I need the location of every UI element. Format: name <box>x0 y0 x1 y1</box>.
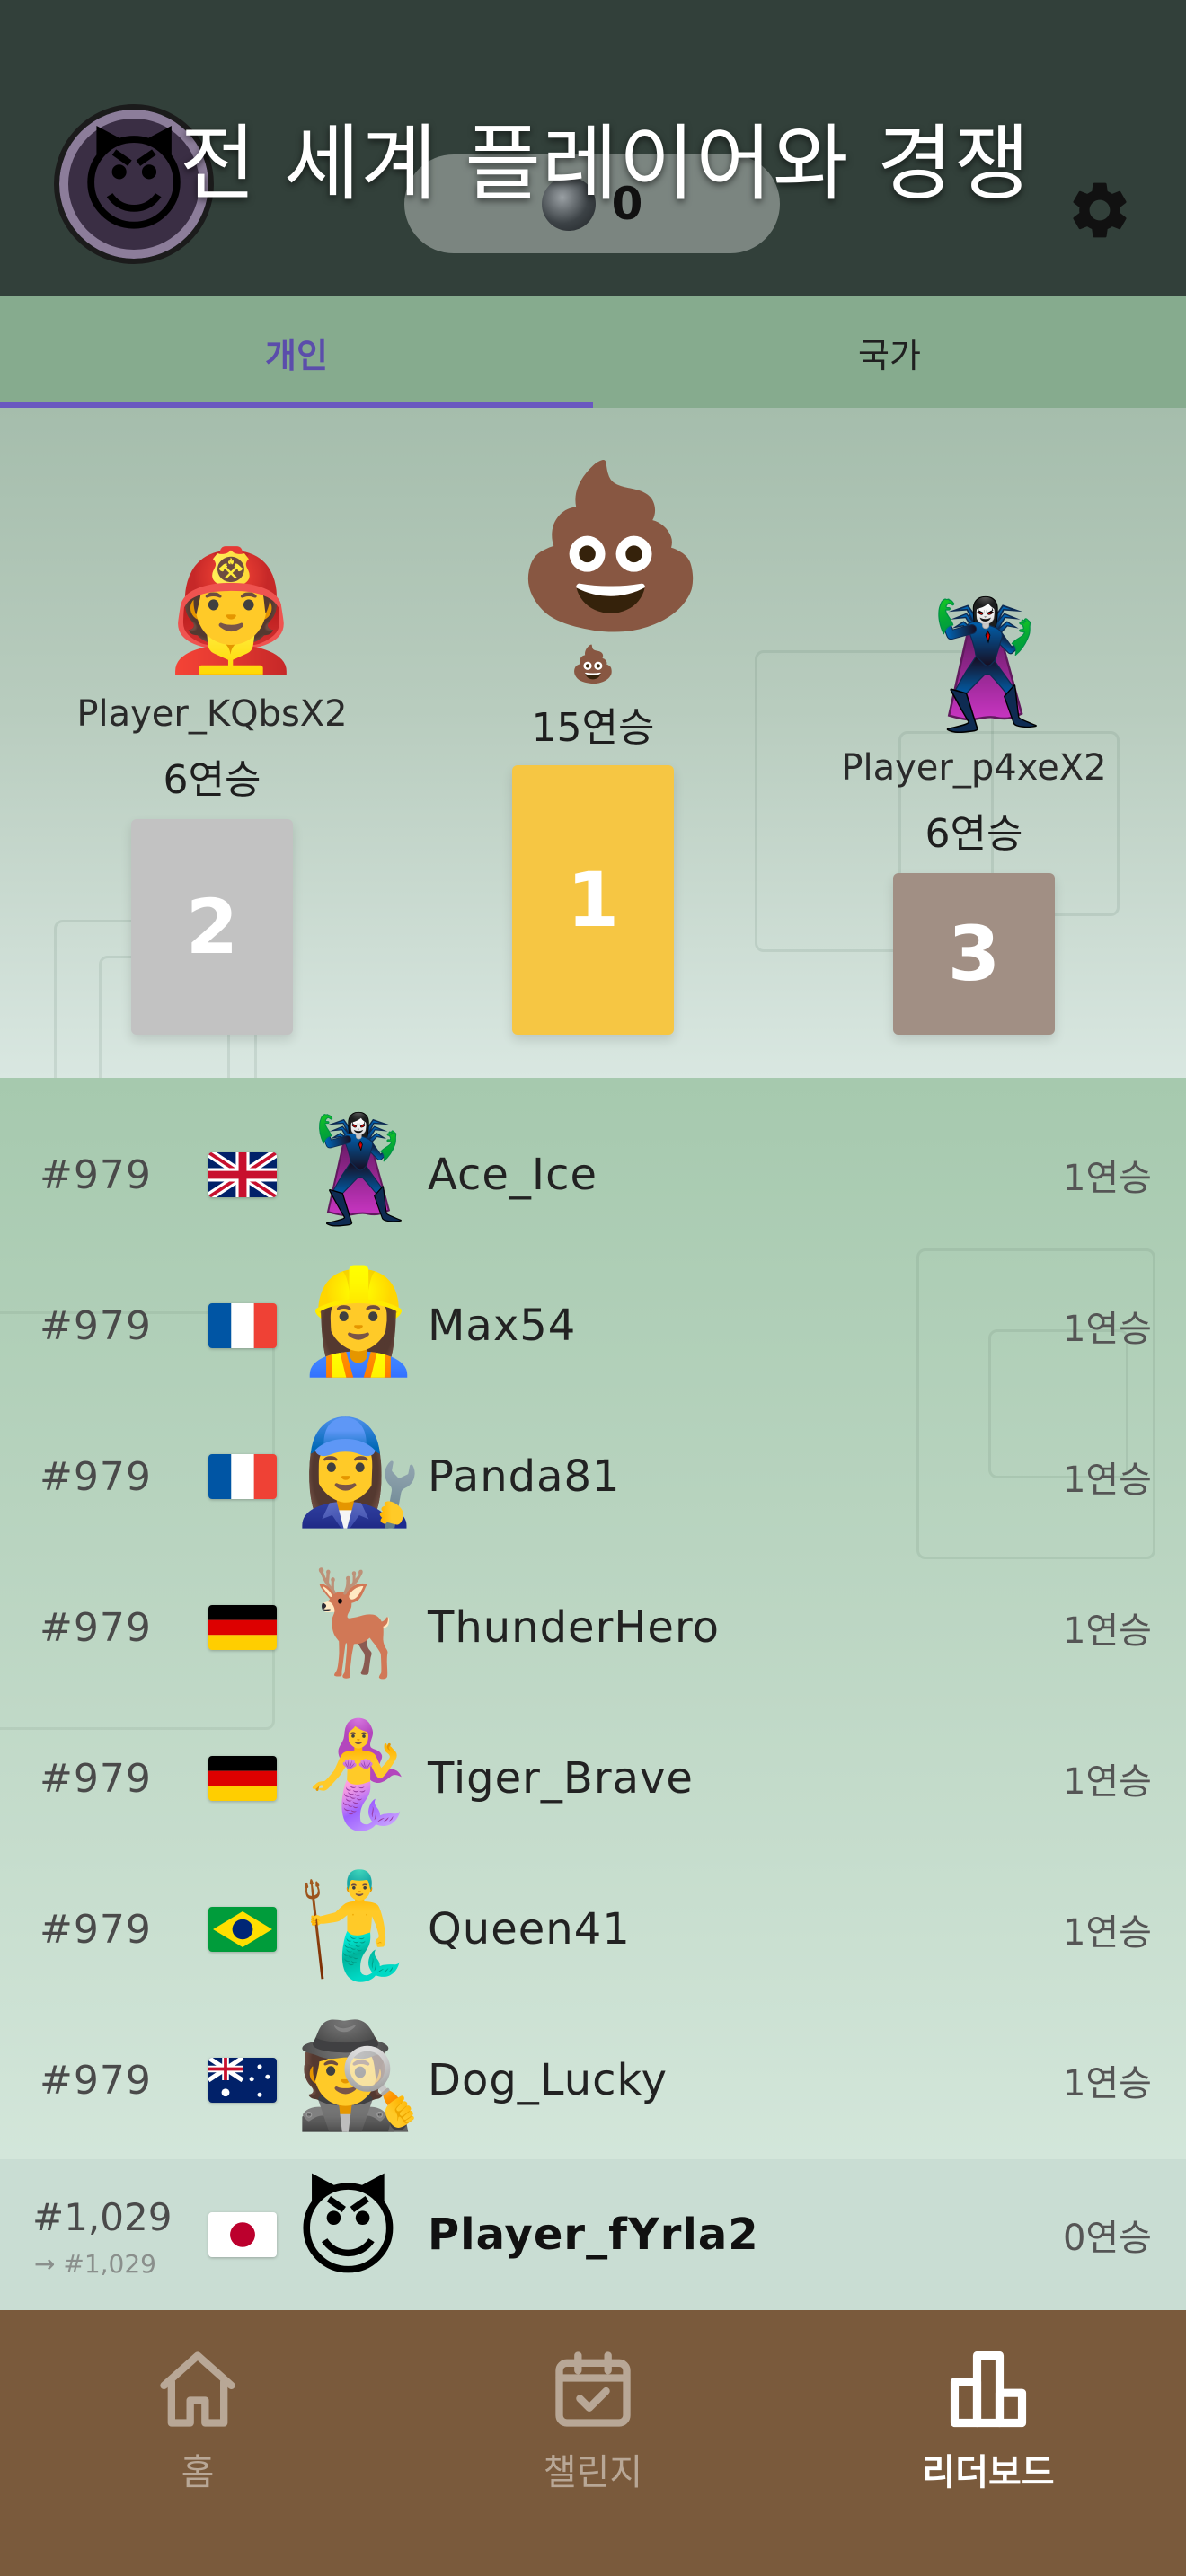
player-avatar: 👩‍🔧 <box>295 1412 422 1531</box>
page-title: 전 세계 플레이어와 경쟁 <box>180 116 1031 212</box>
win-streak: 1연승 <box>1062 1761 1152 1803</box>
player-name: Ace_Ice <box>428 1150 597 1200</box>
home-icon <box>160 2351 235 2427</box>
win-streak: 1연승 <box>1062 1610 1152 1652</box>
leaderboard-icon <box>950 2351 1027 2428</box>
player-name: Max54 <box>428 1301 577 1351</box>
flag-germany-icon <box>208 1605 277 1650</box>
tab-personal[interactable]: 개인 <box>0 296 593 408</box>
win-streak: 1연승 <box>1062 1460 1152 1501</box>
player-name: ThunderHero <box>428 1602 720 1653</box>
flag-australia-icon <box>208 2058 277 2103</box>
my-rank: #1,029 <box>32 2195 173 2239</box>
flag-brazil-icon <box>208 1907 277 1952</box>
rank: #979 <box>40 1302 152 1349</box>
second-place-name: Player_KQbsX2 <box>76 693 348 735</box>
third-place-streak: 6연승 <box>925 811 1023 857</box>
podium-block-first: 1 <box>512 765 674 1035</box>
player-name: Tiger_Brave <box>428 1753 694 1804</box>
flag-france-icon <box>208 1303 277 1348</box>
rank: #979 <box>40 1151 152 1198</box>
rank: #979 <box>40 1906 152 1953</box>
my-name: Player_fYrla2 <box>428 2210 759 2260</box>
list-item[interactable]: #979 🦹‍♀️ Ace_Ice 1연승 <box>0 1099 1186 1250</box>
podium-block-third: 3 <box>893 873 1055 1035</box>
list-item[interactable]: #979 🧜‍♀️ Tiger_Brave 1연승 <box>0 1703 1186 1854</box>
rank: #979 <box>40 1604 152 1651</box>
nav-challenge-label: 챌린지 <box>543 2452 643 2493</box>
second-place-avatar: 🧑‍🚒 <box>158 542 304 678</box>
my-avatar: 😈 <box>295 2170 402 2289</box>
calendar-check-icon <box>555 2351 631 2427</box>
list-item[interactable]: #979 🕵️ Dog_Lucky 1연승 <box>0 2005 1186 2156</box>
rank: #979 <box>40 1453 152 1500</box>
player-avatar: 🦌 <box>295 1563 422 1682</box>
player-avatar: 🧜‍♂️ <box>295 1865 422 1984</box>
player-name: Queen41 <box>428 1904 631 1954</box>
player-name: Panda81 <box>428 1451 621 1502</box>
my-rank-row[interactable]: #1,029 → #1,029 😈 Player_fYrla2 0연승 <box>0 2159 1186 2310</box>
first-place-avatar: 💩 <box>512 454 710 638</box>
nav-home[interactable]: 홈 <box>0 2310 395 2576</box>
list-item[interactable]: #979 🦌 ThunderHero 1연승 <box>0 1552 1186 1703</box>
second-place-streak: 6연승 <box>163 757 261 803</box>
flag-france-icon <box>208 1454 277 1499</box>
win-streak: 1연승 <box>1062 2063 1152 2104</box>
flag-germany-icon <box>208 1756 277 1801</box>
leaderboard-list[interactable]: #979 🦹‍♀️ Ace_Ice 1연승 #979 👷‍♀️ Max54 1연… <box>0 1078 1186 2159</box>
my-rank-change: → #1,029 <box>34 2249 156 2279</box>
leaderboard-tabs: 개인 국가 <box>0 296 1186 408</box>
player-avatar: 🕵️ <box>295 2016 422 2135</box>
win-streak: 1연승 <box>1062 1158 1152 1199</box>
gear-icon[interactable] <box>1066 176 1134 244</box>
player-name: Dog_Lucky <box>428 2055 668 2105</box>
first-place-badge: 💩 <box>571 644 615 685</box>
rank: #979 <box>40 2057 152 2104</box>
my-win-streak: 0연승 <box>1062 2218 1152 2259</box>
win-streak: 1연승 <box>1062 1912 1152 1954</box>
bottom-navigation: 홈 챌린지 리더보드 <box>0 2310 1186 2576</box>
list-item[interactable]: #979 🧜‍♂️ Queen41 1연승 <box>0 1854 1186 2005</box>
avatar-emoji: 😈 <box>78 122 190 246</box>
player-avatar: 👷‍♀️ <box>295 1261 422 1381</box>
player-avatar: 🧜‍♀️ <box>295 1714 422 1833</box>
rank: #979 <box>40 1755 152 1802</box>
tab-country[interactable]: 국가 <box>593 296 1186 408</box>
list-item[interactable]: #979 👷‍♀️ Max54 1연승 <box>0 1250 1186 1401</box>
player-avatar: 🦹‍♀️ <box>295 1110 422 1230</box>
flag-japan-icon <box>208 2212 277 2257</box>
list-item[interactable]: #979 👩‍🔧 Panda81 1연승 <box>0 1401 1186 1552</box>
nav-challenge[interactable]: 챌린지 <box>395 2310 791 2576</box>
podium-block-second: 2 <box>131 819 293 1035</box>
flag-uk-icon <box>208 1152 277 1197</box>
header: 😈 0 전 세계 플레이어와 경쟁 <box>0 0 1186 296</box>
nav-leaderboard-label: 리더보드 <box>922 2452 1055 2493</box>
podium: 🧑‍🚒 Player_KQbsX2 6연승 2 💩 💩 15연승 1 🦹‍♀️ … <box>0 408 1186 1078</box>
nav-home-label: 홈 <box>181 2452 215 2493</box>
third-place-name: Player_p4xeX2 <box>841 747 1107 789</box>
first-place-streak: 15연승 <box>531 705 655 751</box>
third-place-avatar: 🦹‍♀️ <box>909 595 1062 737</box>
win-streak: 1연승 <box>1062 1309 1152 1350</box>
nav-leaderboard[interactable]: 리더보드 <box>791 2310 1186 2576</box>
